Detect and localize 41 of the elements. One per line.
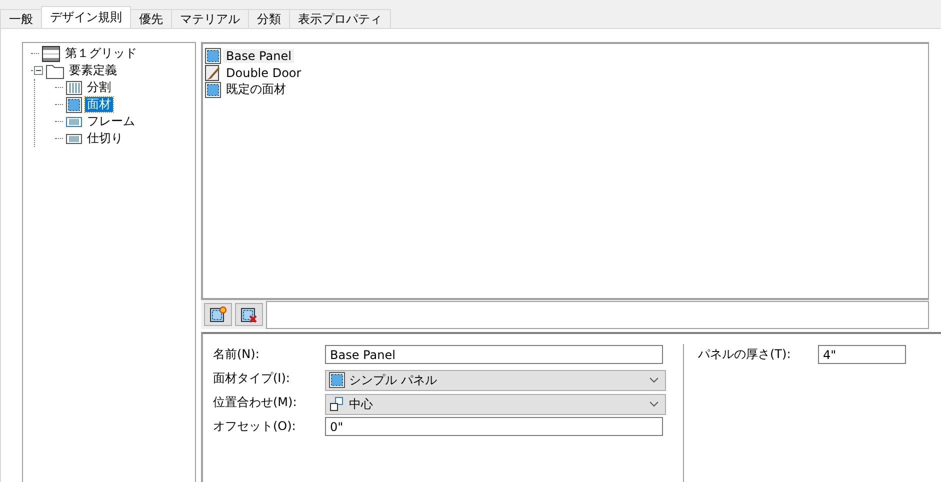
collapse-toggle[interactable] bbox=[34, 66, 43, 75]
align-icon bbox=[329, 396, 345, 412]
dropdown[interactable]: 中心 bbox=[325, 394, 666, 414]
input-field[interactable]: Base Panel bbox=[325, 345, 663, 364]
add-button[interactable] bbox=[204, 303, 232, 326]
panel-icon bbox=[205, 82, 221, 98]
new-panel-icon bbox=[209, 306, 227, 324]
tree-item[interactable]: 要素定義 bbox=[67, 63, 119, 78]
tree-item[interactable]: 分割 bbox=[85, 80, 113, 95]
panel-icon bbox=[66, 96, 82, 112]
grid-icon bbox=[42, 46, 60, 62]
tab[interactable]: デザイン規則 bbox=[41, 6, 131, 28]
tab[interactable]: 分類 bbox=[248, 9, 290, 28]
tree-item[interactable]: 面材 bbox=[85, 97, 113, 112]
field-label: オフセット(O): bbox=[213, 418, 297, 435]
list-item[interactable]: Base Panel bbox=[223, 48, 294, 62]
tab[interactable]: 一般 bbox=[0, 9, 42, 28]
tree-item[interactable]: フレーム bbox=[85, 114, 137, 129]
tree-item[interactable]: 第１グリッド bbox=[63, 46, 139, 61]
tree-item[interactable]: 仕切り bbox=[85, 131, 125, 146]
chevron-icon bbox=[649, 377, 659, 383]
door-brush-icon bbox=[205, 64, 221, 80]
delete-button[interactable] bbox=[235, 303, 263, 326]
delete-panel-icon bbox=[240, 306, 258, 324]
folder-icon bbox=[46, 62, 64, 78]
panel-icon bbox=[205, 48, 221, 64]
list-item[interactable]: 既定の面材 bbox=[223, 81, 289, 98]
division-icon bbox=[66, 80, 82, 96]
field-label: 位置合わせ(M): bbox=[213, 394, 298, 411]
field-label: パネルの厚さ(T): bbox=[698, 346, 792, 363]
panel-icon bbox=[329, 372, 345, 388]
field-label: 名前(N): bbox=[213, 346, 260, 363]
dropdown[interactable]: シンプル パネル bbox=[325, 370, 666, 390]
tab[interactable]: マテリアル bbox=[171, 9, 249, 28]
list-item[interactable]: Double Door bbox=[223, 66, 304, 80]
tab[interactable]: 表示プロパティ bbox=[289, 9, 391, 28]
chevron-icon bbox=[649, 401, 659, 407]
field-label: 面材タイプ(I): bbox=[213, 370, 291, 387]
input-field[interactable]: 4" bbox=[818, 345, 906, 364]
tab[interactable]: 優先 bbox=[130, 9, 172, 28]
input-field[interactable]: 0" bbox=[325, 417, 663, 436]
